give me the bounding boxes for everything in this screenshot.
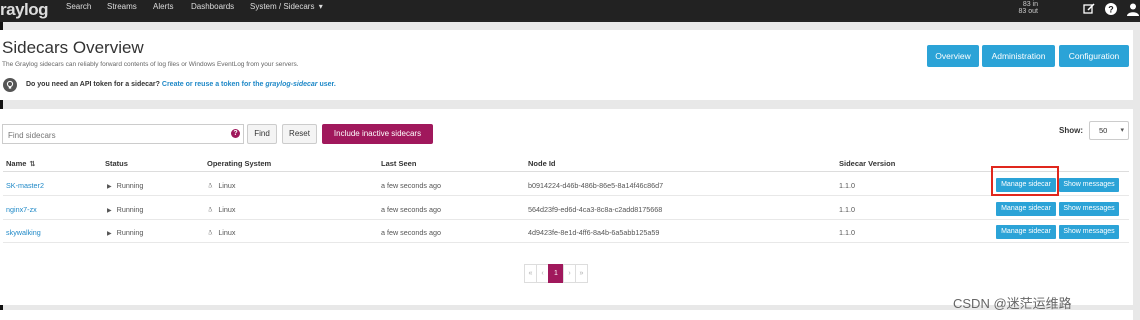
os-text: Linux — [218, 205, 236, 214]
nav-system-label: System / Sidecars — [250, 2, 315, 11]
search-input[interactable] — [3, 126, 223, 145]
sidecar-name-link[interactable]: skywalking — [6, 228, 41, 237]
nav-search[interactable]: Search — [66, 0, 91, 22]
status-text: Running — [116, 181, 144, 190]
nav-alerts[interactable]: Alerts — [153, 0, 173, 22]
os-cell: 🐧︎ Linux — [208, 205, 236, 215]
pagination: « ‹ 1 › » — [524, 264, 588, 283]
throughput-in: 83 in — [1022, 1, 1038, 8]
page-size-value: 50 — [1099, 126, 1108, 135]
show-messages-button[interactable]: Show messages — [1059, 178, 1119, 192]
status-cell: ▶ Running — [107, 205, 143, 214]
play-icon: ▶ — [107, 231, 112, 237]
node-id-cell: b0914224-d46b-486b-86e5-8a14f46c86d7 — [528, 181, 664, 190]
version-cell: 1.1.0 — [839, 228, 855, 237]
highlight-annotation-box — [991, 166, 1059, 196]
column-header-name-label: Name — [6, 159, 27, 168]
page-last-button[interactable]: » — [575, 264, 588, 283]
os-cell: 🐧︎ Linux — [208, 228, 236, 238]
api-link-pre: Create or reuse a token for the — [161, 81, 266, 88]
linux-icon: 🐧︎ — [208, 230, 213, 237]
api-link-post: user. — [317, 81, 336, 88]
api-token-hint: Do you need an API token for a sidecar? … — [26, 81, 336, 88]
column-header-last-seen: Last Seen — [381, 159, 417, 168]
column-header-version: Sidecar Version — [839, 159, 896, 168]
overview-button[interactable]: Overview — [927, 45, 979, 67]
status-cell: ▶ Running — [107, 181, 143, 190]
find-button[interactable]: Find — [247, 124, 277, 144]
show-messages-button[interactable]: Show messages — [1059, 202, 1119, 216]
sort-icon[interactable]: ⇅ — [29, 160, 35, 168]
last-seen-cell: a few seconds ago — [381, 228, 441, 237]
help-icon[interactable]: ? — [1104, 2, 1118, 16]
version-cell: 1.1.0 — [839, 181, 855, 190]
edit-icon[interactable] — [1082, 2, 1096, 16]
administration-button[interactable]: Administration — [982, 45, 1055, 67]
column-header-status: Status — [105, 159, 128, 168]
include-inactive-button[interactable]: Include inactive sidecars — [322, 124, 433, 144]
play-icon: ▶ — [107, 208, 112, 214]
page-size-label: Show: — [1059, 126, 1083, 135]
throughput-indicator: 83 in 83 out — [1016, 1, 1038, 15]
chevron-down-icon: ▾ — [318, 2, 323, 11]
column-header-os: Operating System — [207, 159, 272, 168]
os-text: Linux — [218, 181, 236, 190]
status-text: Running — [116, 228, 144, 237]
reset-button[interactable]: Reset — [282, 124, 317, 144]
table-row: nginx7-zx ▶ Running 🐧︎ Linux a few seconds… — [3, 197, 1129, 220]
status-text: Running — [116, 205, 144, 214]
manage-sidecar-button[interactable]: Manage sidecar — [996, 202, 1056, 216]
show-messages-button[interactable]: Show messages — [1059, 225, 1119, 239]
sidecar-name-link[interactable]: SK-master2 — [6, 181, 44, 190]
linux-icon: 🐧︎ — [208, 183, 213, 190]
page-size-select[interactable]: 50 ▾ — [1089, 121, 1129, 140]
watermark-text: CSDN @迷茫运维路 — [953, 296, 1072, 311]
api-token-link[interactable]: Create or reuse a token for the graylog-… — [162, 81, 336, 88]
table-row: skywalking ▶ Running 🐧︎ Linux a few second… — [3, 220, 1129, 243]
svg-text:?: ? — [1108, 5, 1114, 15]
configuration-button[interactable]: Configuration — [1059, 45, 1129, 67]
top-navbar: raylog Search Streams Alerts Dashboards … — [0, 0, 1140, 22]
api-question: Do you need an API token for a sidecar? — [26, 81, 160, 88]
graylog-logo[interactable]: raylog — [0, 0, 49, 22]
column-header-node-id: Node Id — [528, 159, 556, 168]
page-current-button[interactable]: 1 — [548, 264, 564, 283]
lightbulb-icon — [3, 78, 17, 92]
table-row: SK-master2 ▶ Running 🐧︎ Linux a few second… — [3, 173, 1129, 196]
chevron-down-icon: ▾ — [1120, 127, 1124, 134]
search-help-icon[interactable]: ? — [231, 129, 240, 138]
page-title: Sidecars Overview — [2, 38, 144, 57]
api-link-user: graylog-sidecar — [265, 81, 318, 88]
page-description: The Graylog sidecars can reliably forwar… — [2, 61, 299, 68]
nav-dashboards[interactable]: Dashboards — [191, 0, 234, 22]
node-id-cell: 4d9423fe-8e1d-4ff6-8a4b-6a5abb125a59 — [528, 228, 660, 237]
throughput-out: 83 out — [1018, 8, 1038, 15]
sidecar-name-link[interactable]: nginx7-zx — [6, 205, 37, 214]
linux-icon: 🐧︎ — [208, 207, 213, 214]
os-cell: 🐧︎ Linux — [208, 181, 236, 191]
manage-sidecar-button[interactable]: Manage sidecar — [996, 225, 1056, 239]
status-cell: ▶ Running — [107, 228, 143, 237]
table-header-divider — [3, 171, 1129, 172]
last-seen-cell: a few seconds ago — [381, 181, 441, 190]
nav-system-sidecars[interactable]: System / Sidecars ▾ — [250, 0, 323, 22]
nav-streams[interactable]: Streams — [107, 0, 137, 22]
os-text: Linux — [218, 228, 236, 237]
column-header-name[interactable]: Name ⇅ — [6, 159, 35, 168]
user-icon[interactable] — [1126, 2, 1140, 16]
play-icon: ▶ — [107, 184, 112, 190]
search-box: ? — [2, 124, 244, 145]
node-id-cell: 564d23f9-ed6d-4ca3-8c8a-c2add8175668 — [528, 205, 663, 214]
last-seen-cell: a few seconds ago — [381, 205, 441, 214]
version-cell: 1.1.0 — [839, 205, 855, 214]
